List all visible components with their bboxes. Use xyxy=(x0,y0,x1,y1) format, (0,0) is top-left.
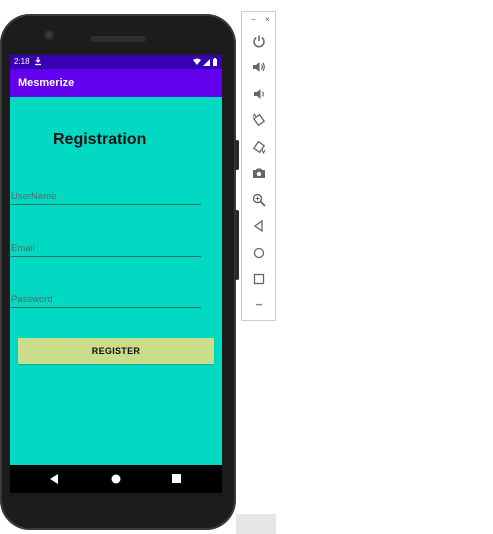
front-camera xyxy=(44,30,54,40)
more-icon[interactable]: ••• xyxy=(252,299,266,313)
home-icon[interactable] xyxy=(252,246,266,260)
volume-down-icon[interactable] xyxy=(252,87,266,101)
volume-up-icon[interactable] xyxy=(252,60,266,74)
power-icon[interactable] xyxy=(252,34,266,48)
status-time: 2:18 xyxy=(14,57,30,66)
emulator-bottom-strip xyxy=(236,514,276,534)
earpiece-speaker xyxy=(90,36,146,42)
email-field[interactable] xyxy=(11,243,201,257)
phone-side-button xyxy=(235,140,239,170)
download-icon xyxy=(35,57,41,66)
nav-back-icon[interactable] xyxy=(50,474,59,484)
username-field-wrapper xyxy=(11,186,201,205)
close-button[interactable]: × xyxy=(265,15,270,24)
app-bar: Mesmerize xyxy=(10,69,222,97)
camera-icon[interactable] xyxy=(252,166,266,180)
password-field-wrapper xyxy=(11,289,201,308)
navigation-bar xyxy=(10,465,222,493)
password-field[interactable] xyxy=(11,294,201,308)
nav-recent-icon[interactable] xyxy=(172,474,181,483)
app-title: Mesmerize xyxy=(18,77,75,89)
zoom-icon[interactable] xyxy=(252,193,266,207)
minimize-button[interactable]: − xyxy=(251,15,256,24)
phone-screen: 2:18 Mesmerize xyxy=(10,55,222,493)
emulator-toolbar: − × ••• xyxy=(241,11,276,321)
back-icon[interactable] xyxy=(252,219,266,233)
nav-home-icon[interactable] xyxy=(111,474,121,484)
register-button[interactable]: REGISTER xyxy=(18,338,214,364)
rotate-left-icon[interactable] xyxy=(252,113,266,127)
page-title: Registration xyxy=(53,131,147,148)
phone-side-button xyxy=(235,210,239,280)
overview-icon[interactable] xyxy=(252,272,266,286)
rotate-right-icon[interactable] xyxy=(252,140,266,154)
signal-battery-icons xyxy=(193,58,217,66)
status-bar: 2:18 xyxy=(10,55,222,69)
username-field[interactable] xyxy=(11,191,201,205)
email-field-wrapper xyxy=(11,238,201,257)
